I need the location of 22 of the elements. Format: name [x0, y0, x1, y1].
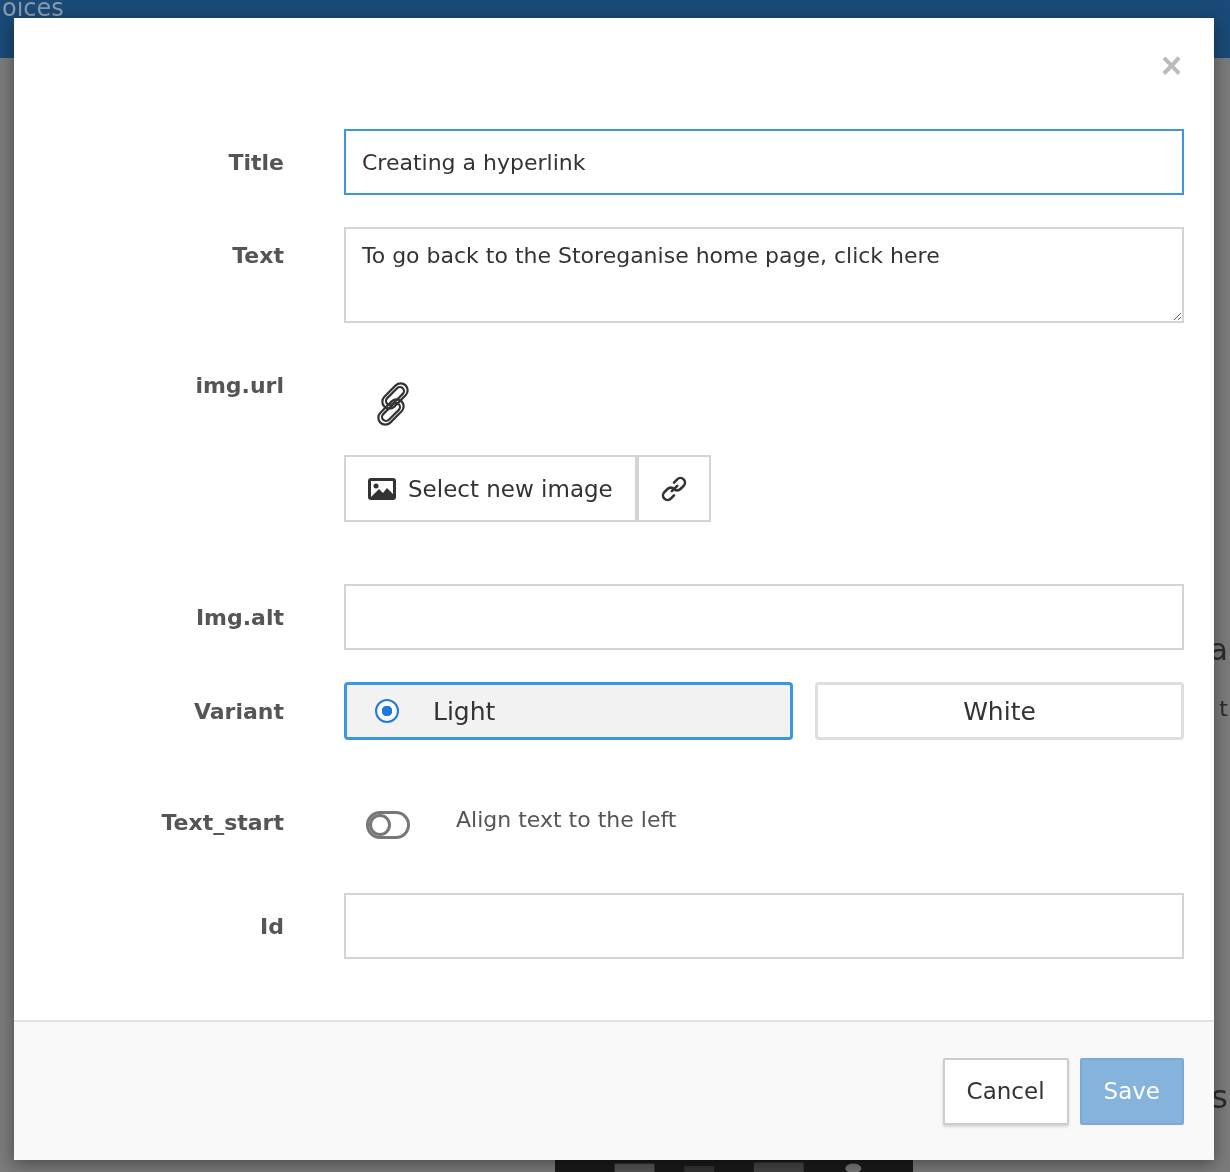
select-image-button[interactable]: Select new image	[344, 455, 637, 522]
toggle-switch[interactable]	[366, 811, 410, 839]
background-text: t	[1219, 696, 1228, 721]
link-button[interactable]	[634, 455, 711, 522]
cancel-button[interactable]: Cancel	[942, 1057, 1069, 1125]
radio-dot-icon	[375, 699, 399, 723]
field-label: Text_start	[160, 809, 284, 835]
text-field[interactable]	[344, 893, 1184, 959]
image-icon	[368, 477, 396, 500]
toggle-caption: Align text to the left	[456, 806, 677, 832]
field-label: img.url	[194, 372, 284, 398]
field-label: Title	[227, 149, 284, 175]
radio-option[interactable]: White	[815, 682, 1184, 740]
text-area[interactable]: To go back to the Storeganise home page, click here	[344, 227, 1184, 323]
field-label: Img.alt	[194, 604, 284, 630]
text-field[interactable]: Creating a hyperlink	[344, 129, 1184, 195]
field-label: Variant	[192, 698, 284, 724]
text-field[interactable]	[344, 584, 1184, 650]
field-label: Text	[231, 242, 284, 268]
header-title: oices	[2, 0, 64, 22]
radio-option[interactable]: Light	[344, 682, 793, 740]
field-label: Id	[259, 913, 284, 939]
